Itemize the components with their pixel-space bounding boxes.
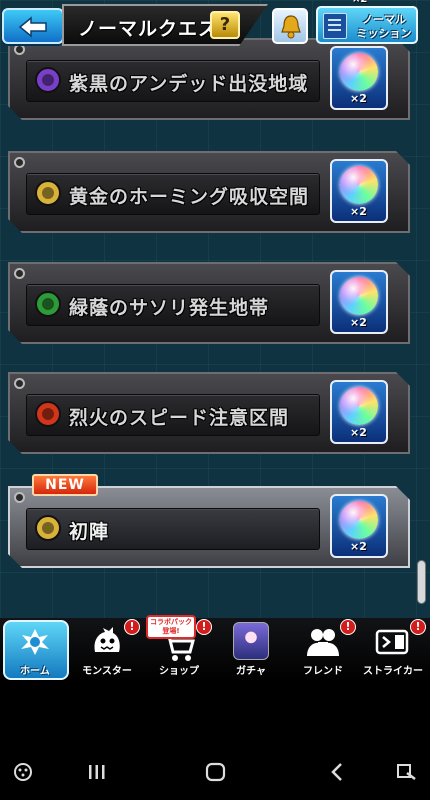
nav-label: ガチャ bbox=[236, 666, 266, 677]
mission-label-line2: ミッション bbox=[356, 27, 412, 40]
reward-count: ×2 bbox=[350, 205, 367, 218]
nav-label: モンスター bbox=[82, 666, 132, 677]
quest-card[interactable]: 緑蔭のサソリ発生地帯 ×2 bbox=[8, 262, 410, 344]
scrollbar-thumb[interactable] bbox=[417, 560, 426, 604]
orb-icon bbox=[340, 387, 378, 425]
mission-book-icon bbox=[323, 13, 347, 39]
nav-item-striker[interactable]: ! ストライカー bbox=[358, 618, 428, 682]
system-navigation-bar bbox=[0, 740, 430, 800]
quest-card[interactable]: 烈火のスピード注意区間 ×2 bbox=[8, 372, 410, 454]
back-button[interactable] bbox=[2, 8, 64, 44]
alert-badge: ! bbox=[196, 619, 212, 635]
notification-button[interactable] bbox=[272, 8, 308, 44]
gacha-icon bbox=[233, 622, 269, 660]
help-button[interactable]: ? bbox=[210, 11, 240, 39]
orb-icon bbox=[340, 501, 378, 539]
back-system-icon[interactable] bbox=[328, 762, 346, 782]
orb-icon bbox=[340, 277, 378, 315]
quest-name-plate: 黄金のホーミング吸収空間 bbox=[26, 173, 320, 215]
wood-element-icon bbox=[35, 291, 61, 317]
quest-name: 黄金のホーミング吸収空間 bbox=[69, 186, 310, 208]
alert-badge: ! bbox=[340, 619, 356, 635]
home-system-icon[interactable] bbox=[205, 762, 227, 782]
quest-screen: ×2 紫黒のアンデッド出没地域 ×2 黄金のホーミング吸収空間 ×2 bbox=[0, 0, 430, 618]
quest-name: 緑蔭のサソリ発生地帯 bbox=[69, 297, 270, 319]
orb-icon bbox=[340, 166, 378, 204]
normal-mission-button[interactable]: ノーマル ミッション bbox=[316, 6, 418, 44]
home-icon bbox=[21, 629, 49, 655]
reward-count: ×2 bbox=[350, 316, 367, 329]
new-badge: NEW bbox=[32, 474, 98, 496]
quest-list[interactable]: ×2 紫黒のアンデッド出没地域 ×2 黄金のホーミング吸収空間 ×2 bbox=[0, 0, 430, 618]
reward-count: ×2 bbox=[350, 426, 367, 439]
header: ノーマルクエスト ? ノーマル ミッション bbox=[0, 0, 430, 50]
card-pin bbox=[14, 378, 25, 389]
card-pin bbox=[14, 157, 25, 168]
collab-pack-tag: コラボパック 登場! bbox=[146, 615, 196, 639]
nav-item-friend[interactable]: ! フレンド bbox=[288, 618, 358, 682]
reward-box: ×2 bbox=[330, 46, 388, 110]
fire-element-icon bbox=[35, 401, 61, 427]
bell-icon bbox=[281, 15, 301, 39]
collab-tag-line1: コラボパック bbox=[150, 618, 192, 626]
reward-count: ×2 bbox=[350, 540, 367, 553]
nav-item-gacha[interactable]: ガチャ bbox=[216, 618, 286, 682]
quest-card[interactable]: 紫黒のアンデッド出没地域 ×2 bbox=[8, 38, 410, 120]
quest-name: 紫黒のアンデッド出没地域 bbox=[69, 73, 309, 95]
reward-box: ×2 bbox=[330, 159, 388, 223]
quest-name: 初陣 bbox=[69, 521, 110, 543]
card-pin bbox=[14, 268, 25, 279]
monster-icon bbox=[94, 627, 120, 652]
quest-card[interactable]: 黄金のホーミング吸収空間 ×2 bbox=[8, 151, 410, 233]
reward-box: ×2 bbox=[330, 270, 388, 334]
dark-element-icon bbox=[35, 67, 61, 93]
light-element-icon bbox=[35, 515, 61, 541]
quest-name-plate: 紫黒のアンデッド出没地域 bbox=[26, 60, 320, 102]
light-element-icon bbox=[35, 180, 61, 206]
screenshot-tool-icon[interactable] bbox=[396, 762, 418, 782]
game-tools-icon[interactable] bbox=[12, 762, 34, 782]
back-arrow-icon bbox=[18, 16, 47, 38]
alert-badge: ! bbox=[410, 619, 426, 635]
quest-card-new[interactable]: 初陣 ×2 bbox=[8, 486, 410, 568]
striker-card-icon bbox=[375, 629, 409, 655]
reward-box: ×2 bbox=[330, 494, 388, 558]
nav-item-home[interactable]: ホーム bbox=[0, 618, 70, 682]
nav-item-monster[interactable]: ! モンスター bbox=[72, 618, 142, 682]
bottom-nav: ホーム ! モンスター ! ショップ ガチャ ! フレンド ! ストライカー bbox=[0, 618, 430, 682]
recent-apps-icon[interactable] bbox=[88, 762, 106, 782]
quest-name: 烈火のスピード注意区間 bbox=[69, 407, 290, 429]
nav-label: ショップ bbox=[159, 666, 199, 677]
quest-name-plate: 烈火のスピード注意区間 bbox=[26, 394, 320, 436]
quest-name-plate: 緑蔭のサソリ発生地帯 bbox=[26, 284, 320, 326]
reward-count: ×2 bbox=[350, 92, 367, 105]
alert-badge: ! bbox=[124, 619, 140, 635]
nav-label: フレンド bbox=[303, 666, 343, 677]
reward-box: ×2 bbox=[330, 380, 388, 444]
card-pin bbox=[14, 492, 25, 503]
quest-name-plate: 初陣 bbox=[26, 508, 320, 550]
nav-label: ホーム bbox=[20, 666, 50, 677]
nav-label: ストライカー bbox=[363, 666, 423, 677]
friend-icon bbox=[307, 629, 339, 656]
orb-icon bbox=[340, 53, 378, 91]
collab-tag-line2: 登場! bbox=[162, 627, 180, 635]
